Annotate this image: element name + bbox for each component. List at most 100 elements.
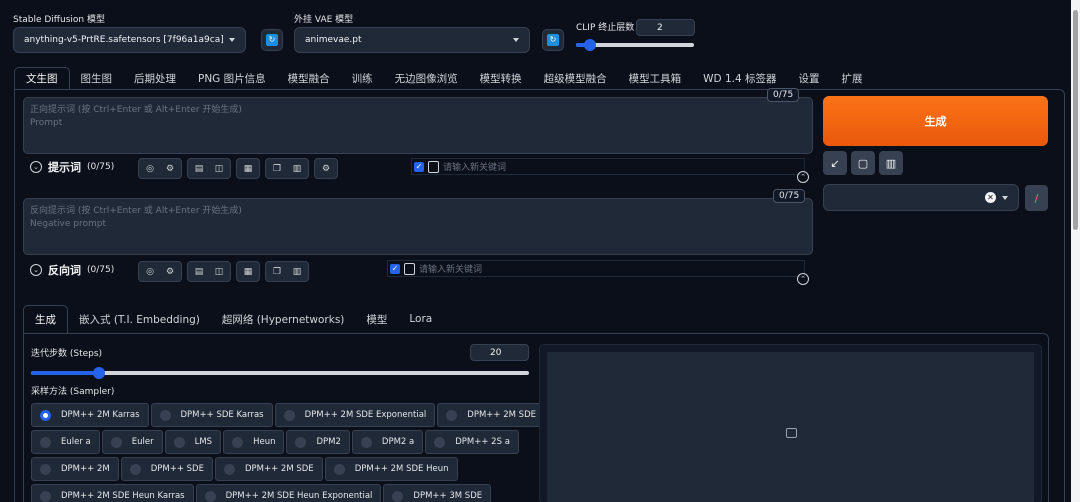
- checkbox-checked-icon[interactable]: ✓: [390, 263, 400, 274]
- radio-selected-icon: [40, 409, 51, 421]
- sampler-radio-group: DPM++ 2M Karras DPM++ SDE Karras DPM++ 2M …: [31, 403, 575, 502]
- sampler-label: 采样方法 (Sampler): [31, 387, 115, 397]
- vae-dropdown[interactable]: animevae.pt: [294, 27, 530, 53]
- sampler-option-label: DPM++ SDE Karras: [180, 410, 264, 420]
- model-refresh-button[interactable]: ↻: [261, 29, 283, 51]
- tab-0[interactable]: 文生图: [14, 67, 70, 89]
- clip-value-input[interactable]: 2: [636, 19, 695, 36]
- model-dropdown[interactable]: anything-v5-PrtRE.safetensors [7f96a1a9c…: [13, 27, 246, 53]
- phone-icon: [404, 262, 415, 275]
- negative-toggle-count: (0/75): [87, 265, 115, 275]
- sampler-option[interactable]: DPM++ SDE: [120, 457, 213, 481]
- clear-icon[interactable]: ✕: [985, 192, 996, 203]
- settings-cog-icon[interactable]: ⚙: [317, 160, 335, 177]
- tab-11[interactable]: 设置: [788, 67, 831, 89]
- tab-12[interactable]: 扩展: [831, 67, 874, 89]
- trash-icon[interactable]: ▥: [288, 160, 306, 177]
- sampler-option[interactable]: DPM++ 2M SDE Heun: [324, 457, 458, 481]
- copy-icon[interactable]: ❐: [268, 160, 286, 177]
- sampler-option[interactable]: DPM2: [286, 430, 350, 454]
- negative-prompt-textarea[interactable]: 反向提示词 (按 Ctrl+Enter 或 Alt+Enter 开始生成) Ne…: [23, 198, 813, 255]
- prompt-toggle[interactable]: ⌄ 提示词 (0/75): [30, 159, 114, 175]
- styles-dropdown[interactable]: ✕: [823, 184, 1019, 211]
- sampler-option-label: Heun: [253, 437, 276, 447]
- prompt-textarea[interactable]: 正向提示词 (按 Ctrl+Enter 或 Alt+Enter 开始生成) Pr…: [23, 97, 813, 154]
- phone-icon: [428, 160, 439, 173]
- negative-toggle[interactable]: ⌄ 反向词 (0/75): [30, 262, 114, 278]
- sampler-option-label: DPM++ 2M SDE Heun Karras: [61, 491, 185, 501]
- refresh-icon: ↻: [266, 34, 278, 46]
- chevron-down-icon: ⌄: [30, 161, 42, 173]
- sampler-option[interactable]: DPM++ 2S a: [425, 430, 519, 454]
- chevron-up-icon[interactable]: ⌃: [797, 171, 809, 183]
- radio-icon: [110, 436, 122, 448]
- sampler-option[interactable]: Euler: [101, 430, 163, 454]
- sampler-row: Euler a Euler LMS Heun DPM2 DPM2 a DPM++ 2S a: [31, 430, 575, 454]
- tab-5[interactable]: 训练: [341, 67, 384, 89]
- steps-value-input[interactable]: 20: [470, 344, 529, 361]
- bookmark-icon[interactable]: ◫: [210, 263, 228, 280]
- document-edit-icon[interactable]: ▤: [190, 160, 208, 177]
- edit-styles-button[interactable]: /: [1025, 185, 1048, 211]
- checkbox-checked-icon[interactable]: ✓: [414, 161, 424, 172]
- globe-icon[interactable]: ◎: [141, 263, 159, 280]
- bookmark-icon[interactable]: ◫: [210, 160, 228, 177]
- clip-slider[interactable]: [576, 39, 694, 51]
- copy-icon[interactable]: ❐: [268, 263, 286, 280]
- sampler-option[interactable]: Euler a: [31, 430, 100, 454]
- chevron-up-icon[interactable]: ⌃: [797, 273, 809, 285]
- scrollbar-thumb[interactable]: [1073, 10, 1078, 230]
- prompt-token-counter: 0/75: [767, 88, 800, 102]
- steps-slider[interactable]: [31, 367, 529, 379]
- tab-9[interactable]: 模型工具箱: [618, 67, 693, 89]
- negative-toolbar: ◎ ⚙ ▤ ◫ ▦ ❐ ▥: [138, 261, 309, 282]
- subtab-3[interactable]: 模型: [355, 305, 398, 333]
- sampler-option[interactable]: DPM2 a: [351, 430, 424, 454]
- radio-icon: [283, 409, 295, 421]
- clip-slider-thumb[interactable]: [584, 39, 596, 51]
- tab-10[interactable]: WD 1.4 标签器: [692, 67, 787, 89]
- sampler-option[interactable]: DPM++ 2M SDE Heun Exponential: [195, 484, 382, 502]
- sampler-option[interactable]: Heun: [223, 430, 285, 454]
- page-scrollbar[interactable]: [1071, 0, 1080, 502]
- arrow-down-left-icon[interactable]: ↙: [823, 151, 847, 175]
- steps-slider-fill: [31, 371, 99, 375]
- subtab-4[interactable]: Lora: [398, 305, 443, 333]
- tab-6[interactable]: 无边图像浏览: [384, 67, 469, 89]
- sampler-option[interactable]: DPM++ 2M Karras: [31, 403, 149, 427]
- sampler-option[interactable]: LMS: [164, 430, 222, 454]
- model-value: anything-v5-PrtRE.safetensors [7f96a1a9c…: [24, 35, 224, 45]
- gear-icon[interactable]: ⚙: [161, 160, 179, 177]
- tab-1[interactable]: 图生图: [70, 67, 124, 89]
- trash-icon[interactable]: ▥: [288, 263, 306, 280]
- tab-3[interactable]: PNG 图片信息: [187, 67, 277, 89]
- translate-icon[interactable]: ▦: [239, 160, 257, 177]
- prompt-keyword-input[interactable]: ✓ 请输入新关键词: [411, 158, 805, 175]
- sampler-option[interactable]: DPM++ 2M SDE Heun Karras: [31, 484, 194, 502]
- trash-bin-icon[interactable]: ▥: [879, 151, 903, 175]
- sampler-option-label: DPM++ SDE: [150, 464, 204, 474]
- steps-slider-thumb[interactable]: [93, 367, 105, 379]
- tab-8[interactable]: 超级模型融合: [533, 67, 618, 89]
- subtab-2[interactable]: 超网络 (Hypernetworks): [211, 305, 356, 333]
- document-edit-icon[interactable]: ▤: [190, 263, 208, 280]
- refresh-icon: ↻: [547, 34, 559, 46]
- negative-keyword-input[interactable]: ✓ 请输入新关键词: [387, 260, 805, 277]
- tab-7[interactable]: 模型转换: [469, 67, 533, 89]
- globe-icon[interactable]: ◎: [141, 160, 159, 177]
- subtab-0[interactable]: 生成: [23, 305, 68, 333]
- gear-icon[interactable]: ⚙: [161, 263, 179, 280]
- vae-refresh-button[interactable]: ↻: [542, 29, 564, 51]
- sampler-option[interactable]: DPM++ SDE Karras: [150, 403, 273, 427]
- clipboard-icon[interactable]: ▢: [851, 151, 875, 175]
- sampler-option[interactable]: DPM++ 2M: [31, 457, 119, 481]
- translate-icon[interactable]: ▦: [239, 263, 257, 280]
- sampler-option[interactable]: DPM++ 2M SDE: [214, 457, 323, 481]
- sampler-option[interactable]: DPM++ 3M SDE: [383, 484, 492, 502]
- generate-button[interactable]: 生成: [823, 96, 1048, 146]
- tab-4[interactable]: 模型融合: [277, 67, 341, 89]
- prompt-toggle-count: (0/75): [87, 162, 115, 172]
- tab-2[interactable]: 后期处理: [123, 67, 187, 89]
- sampler-option[interactable]: DPM++ 2M SDE Exponential: [274, 403, 436, 427]
- subtab-1[interactable]: 嵌入式 (T.I. Embedding): [68, 305, 211, 333]
